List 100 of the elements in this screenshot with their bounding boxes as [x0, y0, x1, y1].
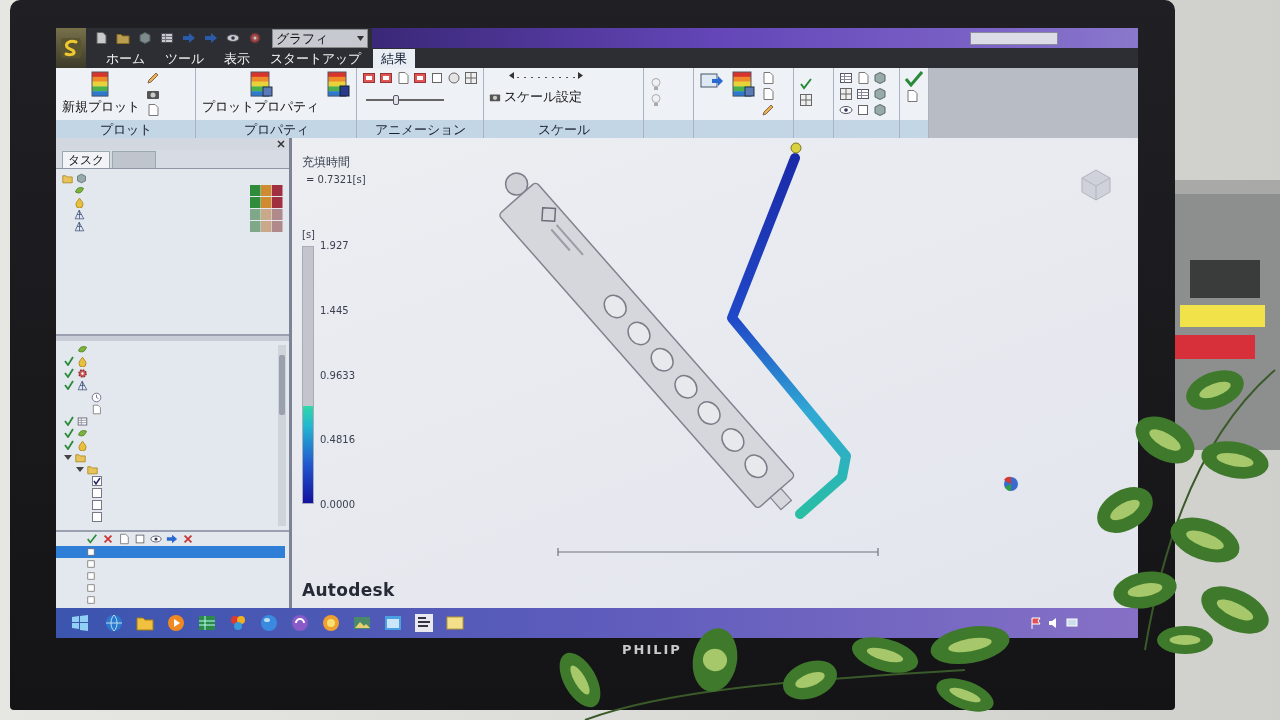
group-label: プロパティ	[243, 120, 309, 138]
scale-settings-button[interactable]: スケール設定	[489, 88, 583, 106]
grid-icon	[464, 71, 478, 85]
ribbon-tab[interactable]: スタートアップ	[262, 49, 369, 68]
toolbar-button[interactable]	[839, 87, 853, 101]
brand-label: PHILIP	[622, 642, 682, 657]
table-icon	[77, 415, 88, 427]
square-icon	[86, 595, 96, 605]
combo-value: グラフィ	[276, 29, 328, 47]
new-plot-button[interactable]: 新規プロット	[61, 71, 141, 115]
flag-icon[interactable]	[1030, 617, 1042, 629]
camera-icon	[489, 91, 501, 103]
status-tiles-icon	[250, 196, 283, 208]
square-icon[interactable]	[134, 533, 146, 545]
slider-thumb[interactable]	[392, 95, 399, 105]
gear-icon[interactable]	[248, 31, 262, 45]
marker-dot-icon	[790, 142, 802, 154]
toolbar-button[interactable]	[362, 71, 376, 85]
checkmark-icon	[799, 77, 813, 91]
folder-icon[interactable]	[136, 614, 154, 632]
app-menu-button[interactable]	[56, 28, 86, 68]
checkbox[interactable]	[92, 512, 102, 522]
color-plot-icon	[248, 71, 273, 97]
toolbar-button[interactable]	[856, 87, 870, 101]
eye-icon[interactable]	[226, 31, 240, 45]
toolbar-button[interactable]	[379, 71, 393, 85]
result-name: 充填時間	[302, 154, 350, 171]
checkbox[interactable]	[92, 488, 102, 498]
cross-icon[interactable]	[182, 533, 194, 545]
checkbox[interactable]	[92, 500, 102, 510]
legend-value: 0.9633	[320, 369, 355, 381]
drop-icon	[77, 355, 88, 367]
globe-icon[interactable]	[105, 614, 123, 632]
play-icon[interactable]	[167, 614, 185, 632]
circle-icon	[447, 71, 461, 85]
toolbar-button[interactable]	[839, 71, 853, 85]
ribbon-tab[interactable]: ツール	[157, 49, 212, 68]
range-arrows-icon[interactable]	[509, 71, 583, 80]
table-icon	[839, 71, 853, 85]
checkbox[interactable]	[92, 476, 102, 486]
folder-icon[interactable]	[116, 31, 130, 45]
group-label: アニメーション	[374, 120, 466, 138]
checkmark-icon[interactable]	[86, 533, 98, 545]
expander-icon[interactable]	[76, 465, 84, 473]
picture-icon[interactable]	[353, 614, 371, 632]
note-icon[interactable]	[446, 614, 464, 632]
scrollbar[interactable]	[278, 345, 286, 526]
arrow-icon[interactable]	[166, 533, 178, 545]
hexagon-icon	[873, 103, 887, 117]
search-field[interactable]	[970, 31, 1058, 45]
window-panes-icon	[72, 615, 88, 631]
screen-icon[interactable]	[1066, 617, 1078, 629]
square-icon	[86, 559, 96, 569]
eye-icon	[839, 103, 853, 117]
spreadsheet-icon[interactable]	[198, 614, 216, 632]
toolbar-button[interactable]	[799, 93, 813, 107]
view-combo[interactable]: グラフィ	[272, 28, 368, 48]
toolbar-button[interactable]	[430, 71, 444, 85]
document-icon	[396, 71, 410, 85]
square-icon	[86, 571, 96, 581]
toolbar-button[interactable]	[839, 103, 853, 117]
status-tiles-icon	[250, 220, 283, 232]
mesh-icon	[74, 220, 85, 232]
legend-value: 1.927	[320, 240, 349, 251]
document-icon	[761, 87, 775, 101]
toolbar-button[interactable]	[730, 71, 756, 97]
close-icon[interactable]	[277, 140, 285, 148]
hexagon-icon	[76, 172, 87, 184]
toolbar-button[interactable]	[464, 71, 478, 85]
square-icon	[86, 583, 96, 593]
panel-tab[interactable]: タスク	[62, 151, 110, 168]
color-plot-icon	[731, 71, 755, 97]
result-value: = 0.7321[s]	[305, 174, 366, 185]
ball-icon[interactable]	[260, 614, 278, 632]
grid-icon	[839, 87, 853, 101]
table-icon	[856, 87, 870, 101]
leaf-icon	[77, 427, 88, 439]
table-icon[interactable]	[160, 31, 174, 45]
plot-properties-button[interactable]: プロットプロパティ	[201, 71, 320, 115]
expander-icon[interactable]	[64, 453, 72, 461]
document-icon[interactable]	[94, 31, 108, 45]
toolbar-button[interactable]	[325, 71, 351, 97]
arc-icon[interactable]	[291, 614, 309, 632]
cross-icon[interactable]	[102, 533, 114, 545]
window-icon[interactable]	[384, 614, 402, 632]
text-lines-icon[interactable]	[415, 614, 433, 632]
toolbar-button[interactable]	[413, 71, 427, 85]
ribbon-tab[interactable]: 結果	[373, 49, 415, 68]
legend-value: 0.4816	[320, 434, 355, 446]
dots-icon[interactable]	[229, 614, 247, 632]
ring-icon[interactable]	[322, 614, 340, 632]
drop-icon	[74, 196, 85, 208]
autodesk-logo: Autodesk	[302, 580, 395, 600]
legend-unit: [s]	[302, 229, 315, 240]
eye-icon[interactable]	[150, 533, 162, 545]
hexagon-icon[interactable]	[138, 31, 152, 45]
ribbon-tab[interactable]: ホーム	[98, 49, 153, 68]
toolbar-button[interactable]	[856, 103, 870, 117]
ribbon-tab[interactable]: 表示	[216, 49, 258, 68]
checkmark-icon[interactable]	[905, 71, 923, 87]
